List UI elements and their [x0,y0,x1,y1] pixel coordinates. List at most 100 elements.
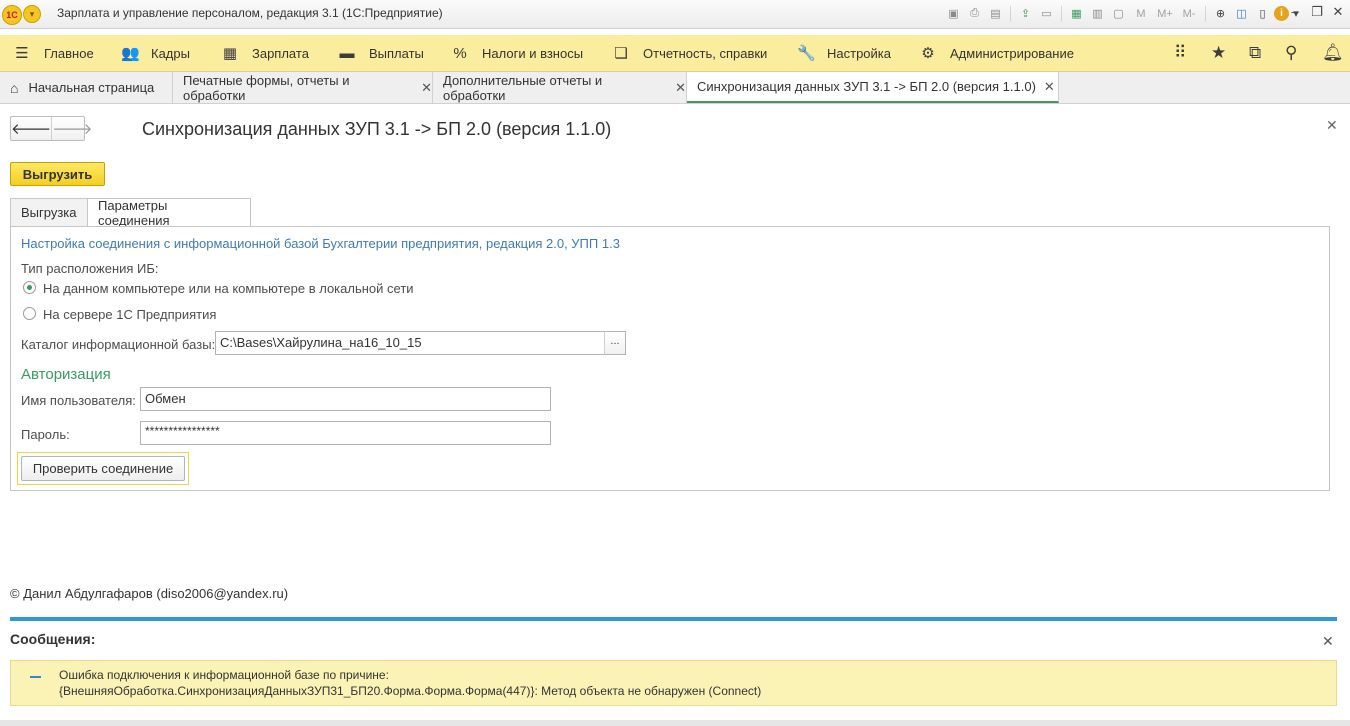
tab-label: Печатные формы, отчеты и обработки [183,72,350,103]
close-window-icon[interactable]: ✕ [1329,4,1347,20]
form-title: Синхронизация данных ЗУП 3.1 -> БП 2.0 (… [142,119,612,139]
password-label: Пароль: [21,427,70,442]
section-taxes[interactable]: % Налоги и взносы [452,35,583,71]
radio-1c-server[interactable] [23,307,36,320]
calendar-icon[interactable]: ▥ [1088,4,1107,23]
notifications-bell-icon[interactable]: 🔔︎ [1322,35,1344,71]
restore-icon[interactable]: ❐ [1308,4,1326,20]
section-label: Зарплата [252,45,309,61]
favorites-star-icon[interactable]: ★ [1211,35,1226,71]
menu-icon: ☰ [15,45,29,62]
section-label: Администрирование [950,45,1074,61]
panels-icon[interactable]: ◫ [1232,4,1251,23]
open-windows-bar: ⌂ Начальная страница Печатные формы, отч… [0,72,1350,104]
section-settings[interactable]: 🔧 Настройка [797,35,891,71]
memory-button[interactable]: M [1130,4,1152,23]
title-toolbar: ▣ ⎙ ▤ ⇪ ▭ ▦ ▥ ▢ M M+ M- ⊕ ◫ ▯ i ▾ [944,4,1301,23]
minimize-icon[interactable]: – [1286,4,1304,19]
close-form-icon[interactable]: ✕ [1326,117,1338,134]
tab-additional-reports[interactable]: Дополнительные отчеты и обработки ✕ [433,72,687,103]
wallet-icon: ▬ [339,44,355,62]
section-main[interactable]: ☰ Главное [14,35,94,71]
close-tab-icon[interactable]: ✕ [421,80,432,96]
connection-params-panel [10,226,1330,491]
memory-plus-button[interactable]: M+ [1154,4,1176,23]
username-input[interactable]: Обмен [140,387,551,411]
all-functions-icon[interactable]: ⠿ [1174,35,1186,71]
people-icon: 👥 [121,45,140,62]
section-label: Выплаты [369,45,424,61]
message-line: Ошибка подключения к информационной базе… [59,668,389,682]
section-reports[interactable]: ❏ Отчетность, справки [613,35,767,71]
forward-arrow-icon[interactable]: 🡒 [51,117,92,140]
close-tab-icon[interactable]: ✕ [1044,79,1055,95]
catalog-input[interactable]: C:\Bases\Хайрулина_на16_10_15 [215,331,605,355]
history-icon[interactable]: ⧉ [1249,35,1261,71]
calculator-icon: ▦ [222,45,238,62]
navigation-buttons: 🡐 🡒 [10,116,92,141]
check-connection-focus: Проверить соединение [17,452,189,485]
section-label: Отчетность, справки [643,45,768,61]
message-item[interactable]: Ошибка подключения к информационной базе… [10,660,1337,706]
main-menu-icon[interactable]: ▾ [23,5,41,23]
message-marker-icon [30,676,41,678]
search-icon[interactable]: ⚲ [1285,35,1297,71]
location-type-label: Тип расположения ИБ: [21,261,159,276]
copyright-text: © Данил Абдулгафаров (diso2006@yandex.ru… [10,586,289,601]
upload-icon[interactable]: ⇪ [1016,4,1035,23]
section-administration[interactable]: ⚙ Администрирование [920,35,1074,71]
toolbar-divider [1010,5,1011,22]
radio-1c-server-label[interactable]: На сервере 1С Предприятия [43,307,216,322]
section-payments[interactable]: ▬ Выплаты [339,35,424,71]
tab-home[interactable]: ⌂ Начальная страница [0,72,173,103]
calculator-small-icon[interactable]: ▢ [1109,4,1128,23]
title-bar: 1С ▾ Зарплата и управление персоналом, р… [0,0,1350,29]
tab-connection-params[interactable]: Параметры соединения [87,198,251,228]
bookmark-icon[interactable]: ▯ [1253,4,1272,23]
wrench-icon: 🔧 [797,45,816,62]
section-label: Главное [44,45,94,61]
radio-local-network-label[interactable]: На данном компьютере или на компьютере в… [43,281,414,296]
tab-export[interactable]: Выгрузка [10,198,88,226]
close-tab-icon[interactable]: ✕ [675,80,686,96]
username-label: Имя пользователя: [21,393,136,408]
connection-header: Настройка соединения с информационной ба… [21,236,620,251]
print-icon[interactable]: ⎙ [965,4,984,23]
section-label: Налоги и взносы [482,45,584,61]
home-icon: ⌂ [10,79,19,96]
save-icon[interactable]: ▣ [944,4,963,23]
messages-divider[interactable] [10,617,1337,621]
catalog-label: Каталог информационной базы: [21,337,216,352]
window-title: Зарплата и управление персоналом, редакц… [57,6,443,20]
section-salary[interactable]: ▦ Зарплата [222,35,309,71]
tab-label: Начальная страница [28,80,155,95]
section-label: Кадры [151,45,190,61]
check-connection-button[interactable]: Проверить соединение [21,456,185,481]
password-input[interactable]: **************** [140,421,551,445]
toolbar-divider [1061,5,1062,22]
documents-icon: ❏ [614,45,628,62]
tab-label: Дополнительные отчеты и обработки [443,72,603,103]
export-button[interactable]: Выгрузить [10,162,105,186]
radio-local-network[interactable] [23,281,36,294]
gear-icon: ⚙ [921,45,935,62]
status-strip [0,720,1350,726]
toolbar-divider [1205,5,1206,22]
message-line: {ВнешняяОбработка.СинхронизацияДанныхЗУП… [59,684,762,698]
memory-minus-button[interactable]: M- [1178,4,1200,23]
section-label: Настройка [827,45,891,61]
back-arrow-icon[interactable]: 🡐 [11,117,51,140]
document-icon[interactable]: ▭ [1037,4,1056,23]
tab-label: Синхронизация данных ЗУП 3.1 -> БП 2.0 (… [697,79,1036,94]
tab-sync-data[interactable]: Синхронизация данных ЗУП 3.1 -> БП 2.0 (… [687,72,1059,103]
app-logo-icon[interactable]: 1С [2,5,22,25]
close-messages-icon[interactable]: ✕ [1322,633,1334,650]
spreadsheet-icon[interactable]: ▦ [1067,4,1086,23]
preview-icon[interactable]: ▤ [986,4,1005,23]
authorization-title: Авторизация [21,366,111,383]
percent-icon: % [453,44,467,62]
zoom-icon[interactable]: ⊕ [1211,4,1230,23]
choose-catalog-button[interactable]: ... [604,331,626,355]
tab-print-forms[interactable]: Печатные формы, отчеты и обработки ✕ [173,72,433,103]
section-personnel[interactable]: 👥 Кадры [121,35,190,71]
